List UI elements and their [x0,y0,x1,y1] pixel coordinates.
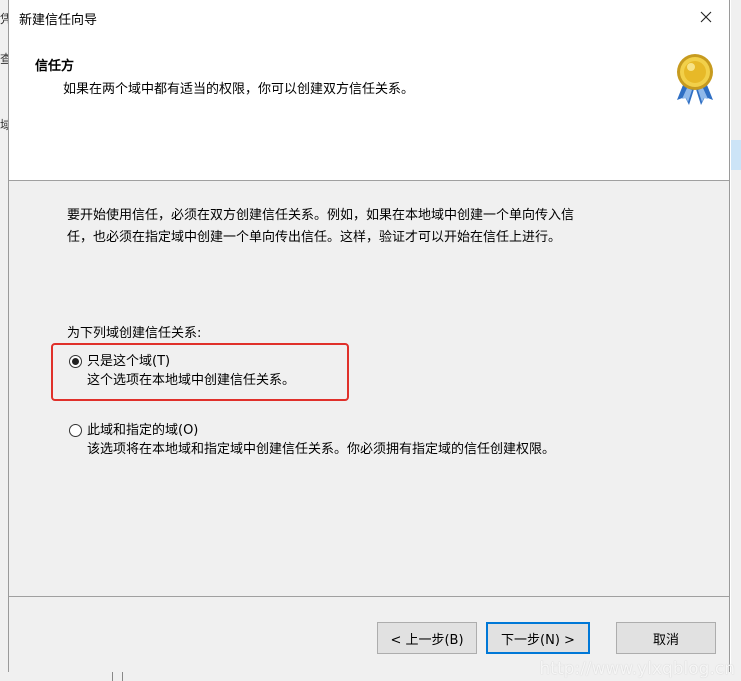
page-subtitle: 如果在两个域中都有适当的权限，你可以创建双方信任关系。 [63,82,415,97]
radio-this-domain-only[interactable] [69,355,82,368]
title-bar: 新建信任向导 [9,0,729,34]
option-description: 这个选项在本地域中创建信任关系。 [87,373,296,388]
next-button[interactable]: 下一步(N) > [486,622,590,654]
close-button[interactable] [683,0,729,34]
wizard-header: 信任方 如果在两个域中都有适当的权限，你可以创建双方信任关系。 [9,34,729,180]
wizard-body: 要开始使用信任，必须在双方创建信任关系。例如，如果在本地域中创建一个单向传入信 … [9,181,729,596]
option-both-domains[interactable]: 此域和指定的域(O) 该选项将在本地域和指定域中创建信任关系。你必须拥有指定域的… [69,421,555,459]
intro-line: 任，也必须在指定域中创建一个单向传出信任。这样，验证才可以开始在信任上进行。 [67,230,562,245]
trust-scope-label: 为下列域创建信任关系: [67,326,202,341]
background-selection-strip [731,140,741,170]
window-title: 新建信任向导 [19,13,98,28]
close-icon [700,11,712,23]
option-this-domain-only[interactable]: 只是这个域(T) 这个选项在本地域中创建信任关系。 [69,352,295,390]
page-title: 信任方 [35,59,75,74]
new-trust-wizard-dialog: 新建信任向导 信任方 如果在两个域中都有适当的权限，你可以创建双方信任关系。 要… [8,0,730,672]
option-description: 该选项将在本地域和指定域中创建信任关系。你必须拥有指定域的信任创建权限。 [87,442,556,457]
radio-both-domains[interactable] [69,424,82,437]
back-button[interactable]: < 上一步(B) [377,622,477,654]
certificate-badge-icon [677,54,713,105]
background-divider [112,672,113,681]
cancel-button[interactable]: 取消 [616,622,716,654]
option-label[interactable]: 只是这个域(T) [87,352,295,371]
background-divider [122,672,123,681]
option-label[interactable]: 此域和指定的域(O) [87,421,555,440]
intro-text: 要开始使用信任，必须在双方创建信任关系。例如，如果在本地域中创建一个单向传入信 … [67,205,667,249]
intro-line: 要开始使用信任，必须在双方创建信任关系。例如，如果在本地域中创建一个单向传入信 [67,208,575,223]
background-window-right-edge [731,0,741,681]
watermark-text: http://www.ylxqblog.cn [539,659,736,679]
